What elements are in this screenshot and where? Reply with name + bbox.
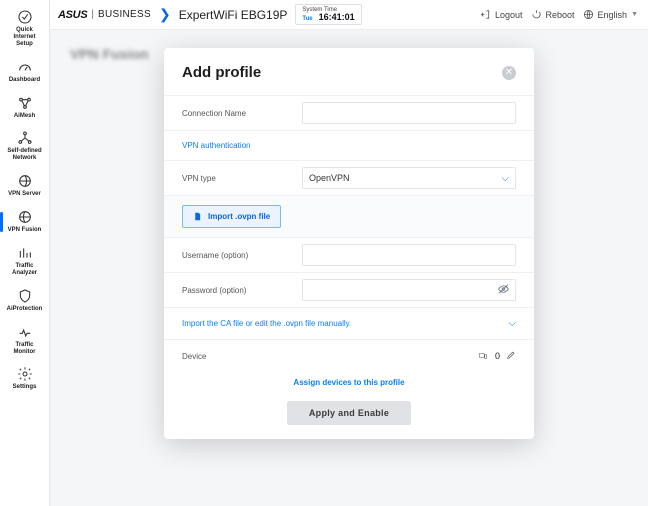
shield-icon [17,288,33,304]
reboot-button[interactable]: Reboot [531,9,575,20]
connection-name-input[interactable] [302,102,516,124]
system-time-box: System Time Tue 16:41:01 [295,4,361,26]
logout-icon [480,9,491,20]
device-count: 0 [495,351,500,361]
sidebar-item-traffic-monitor[interactable]: TrafficMonitor [0,319,50,362]
globe-shield-icon [17,173,33,189]
topbar: ASUS | BUSINESS ❯ ExpertWiFi EBG19P Syst… [50,0,648,30]
sidebar-item-traffic-analyzer[interactable]: TrafficAnalyzer [0,240,50,283]
chart-icon [17,245,33,261]
sidebar-item-self-defined-network[interactable]: Self-definedNetwork [0,125,50,168]
chevron-down-icon: ⌵ [508,318,516,329]
password-label: Password (option) [182,286,302,295]
chevron-right-icon: ❯ [159,6,171,23]
wizard-icon [17,9,33,25]
devices-icon [477,351,489,361]
vpn-type-select[interactable]: OpenVPN ⌵ [302,167,516,189]
eye-slash-icon [497,283,510,296]
gauge-icon [17,59,33,75]
vpn-type-label: VPN type [182,174,302,183]
add-profile-modal: Add profile ✕ Connection Name VPN authen… [164,48,534,439]
password-input[interactable] [302,279,516,301]
model-name: ExpertWiFi EBG19P [179,8,288,22]
brand: ASUS | BUSINESS [58,9,151,21]
logout-button[interactable]: Logout [480,9,523,20]
sidebar: QuickInternetSetup Dashboard AiMesh Self… [0,0,50,506]
device-label: Device [182,352,477,361]
network-icon [17,130,33,146]
brand-asus-logo: ASUS [58,9,87,21]
edit-devices-button[interactable] [506,350,516,362]
sidebar-item-vpn-fusion[interactable]: VPN Fusion [0,204,50,240]
sidebar-item-aiprotection[interactable]: AiProtection [0,283,50,319]
toggle-password-visibility[interactable] [497,283,510,298]
modal-overlay: Add profile ✕ Connection Name VPN authen… [50,30,648,506]
file-icon [193,211,202,222]
sidebar-item-settings[interactable]: Settings [0,361,50,397]
import-ca-expand[interactable]: Import the CA file or edit the .ovpn fil… [164,307,534,339]
pencil-icon [506,350,516,360]
sidebar-item-quick-setup[interactable]: QuickInternetSetup [0,4,50,54]
sidebar-item-aimesh[interactable]: AiMesh [0,90,50,126]
sidebar-item-dashboard[interactable]: Dashboard [0,54,50,90]
chevron-down-icon: ⌵ [501,173,509,184]
vpn-authentication-link[interactable]: VPN authentication [164,130,534,160]
brand-business: BUSINESS [98,9,151,20]
globe-icon [583,9,594,20]
mesh-icon [17,95,33,111]
sidebar-item-vpn-server[interactable]: VPN Server [0,168,50,204]
modal-title: Add profile [182,64,502,81]
language-selector[interactable]: English ▼ [583,9,638,20]
username-input[interactable] [302,244,516,266]
apply-enable-button[interactable]: Apply and Enable [287,401,411,425]
gear-icon [17,366,33,382]
username-label: Username (option) [182,251,302,260]
connection-name-label: Connection Name [182,109,302,118]
close-button[interactable]: ✕ [502,66,516,80]
close-icon: ✕ [505,68,513,78]
globe-fusion-icon [17,209,33,225]
reboot-icon [531,9,542,20]
monitor-icon [17,324,33,340]
assign-devices-link[interactable]: Assign devices to this profile [164,372,534,397]
chevron-down-icon: ▼ [631,11,638,18]
import-ovpn-button[interactable]: Import .ovpn file [182,205,281,228]
